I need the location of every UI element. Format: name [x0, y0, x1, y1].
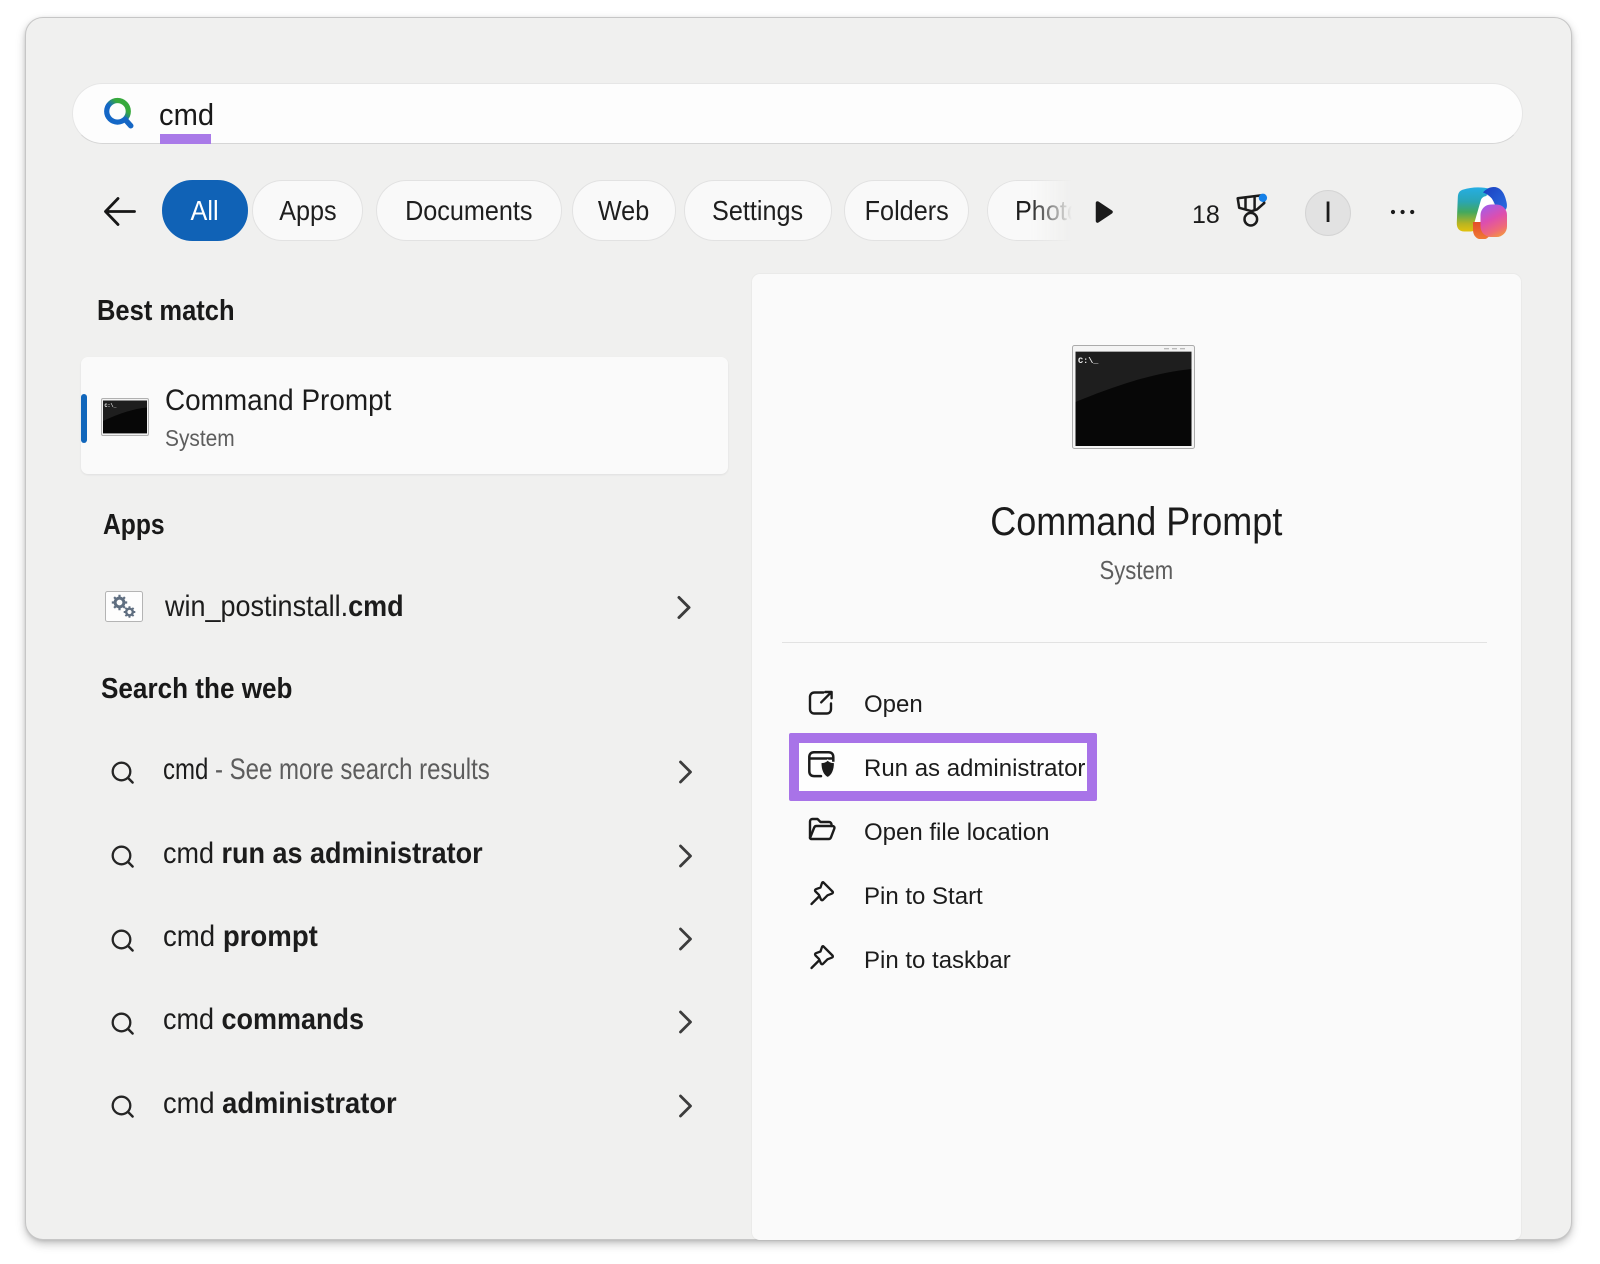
- svg-text:C:\_: C:\_: [105, 403, 118, 409]
- svg-text:C:\_: C:\_: [1078, 356, 1099, 366]
